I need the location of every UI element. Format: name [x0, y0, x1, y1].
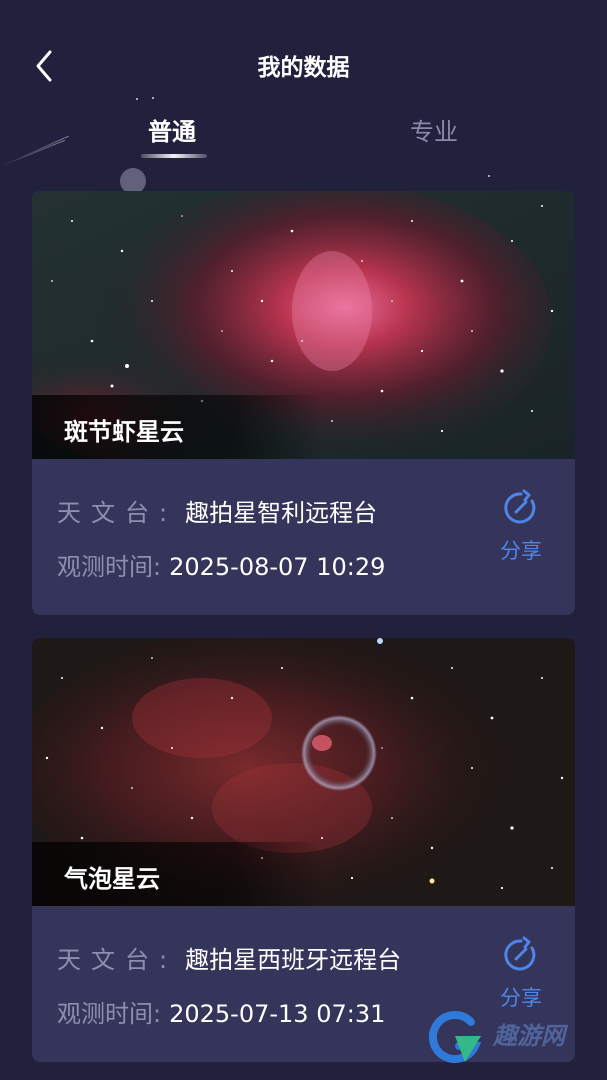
observation-card[interactable]: 气泡星云 天文台: 趣拍星西班牙远程台 观测时间: 2025-07-13 07:31… [32, 638, 575, 1062]
share-button[interactable]: 分享 [493, 936, 549, 1012]
observatory-row: 天文台: 趣拍星西班牙远程台 [57, 940, 401, 975]
tab-normal[interactable]: 普通 [148, 112, 196, 147]
observatory-row: 天文台: 趣拍星智利远程台 [57, 493, 377, 528]
nebula-image[interactable]: 气泡星云 [32, 638, 575, 906]
observation-info: 天文台: 趣拍星智利远程台 观测时间: 2025-08-07 10:29 分享 [32, 459, 575, 615]
star-dot [488, 175, 490, 177]
star-dot [152, 97, 154, 99]
obs-time-label: 观测时间: [57, 1000, 162, 1028]
observatory-value: 趣拍星西班牙远程台 [185, 946, 402, 974]
active-tab-indicator [141, 154, 207, 158]
nebula-name: 斑节虾星云 [64, 418, 184, 446]
share-label: 分享 [500, 539, 542, 563]
nebula-name-tag: 斑节虾星云 [32, 395, 322, 459]
watermark-text: 趣游网 [493, 1022, 565, 1050]
obs-time-value: 2025-07-13 07:31 [169, 1000, 386, 1028]
header: 我的数据 [0, 0, 607, 110]
nebula-image[interactable]: 斑节虾星云 [32, 191, 575, 459]
watermark-logo-icon [428, 1011, 482, 1063]
tab-pro[interactable]: 专业 [410, 112, 458, 147]
share-icon [504, 489, 536, 524]
observatory-label: 天文台: [57, 946, 178, 974]
page-title: 我的数据 [257, 55, 350, 81]
share-icon [504, 936, 536, 971]
obs-time-row: 观测时间: 2025-07-13 07:31 [57, 994, 385, 1029]
star-dot [136, 98, 138, 100]
observation-card[interactable]: 斑节虾星云 天文台: 趣拍星智利远程台 观测时间: 2025-08-07 10:29… [32, 191, 575, 615]
observatory-value: 趣拍星智利远程台 [185, 499, 378, 527]
obs-time-value: 2025-08-07 10:29 [169, 553, 386, 581]
tab-bar: 普通 专业 [0, 112, 607, 172]
obs-time-label: 观测时间: [57, 553, 162, 581]
nebula-name-tag: 气泡星云 [32, 842, 322, 906]
observatory-label: 天文台: [57, 499, 178, 527]
nebula-name: 气泡星云 [64, 865, 160, 893]
share-button[interactable]: 分享 [493, 489, 549, 565]
watermark: 趣游网 [425, 1008, 595, 1068]
obs-time-row: 观测时间: 2025-08-07 10:29 [57, 547, 385, 582]
